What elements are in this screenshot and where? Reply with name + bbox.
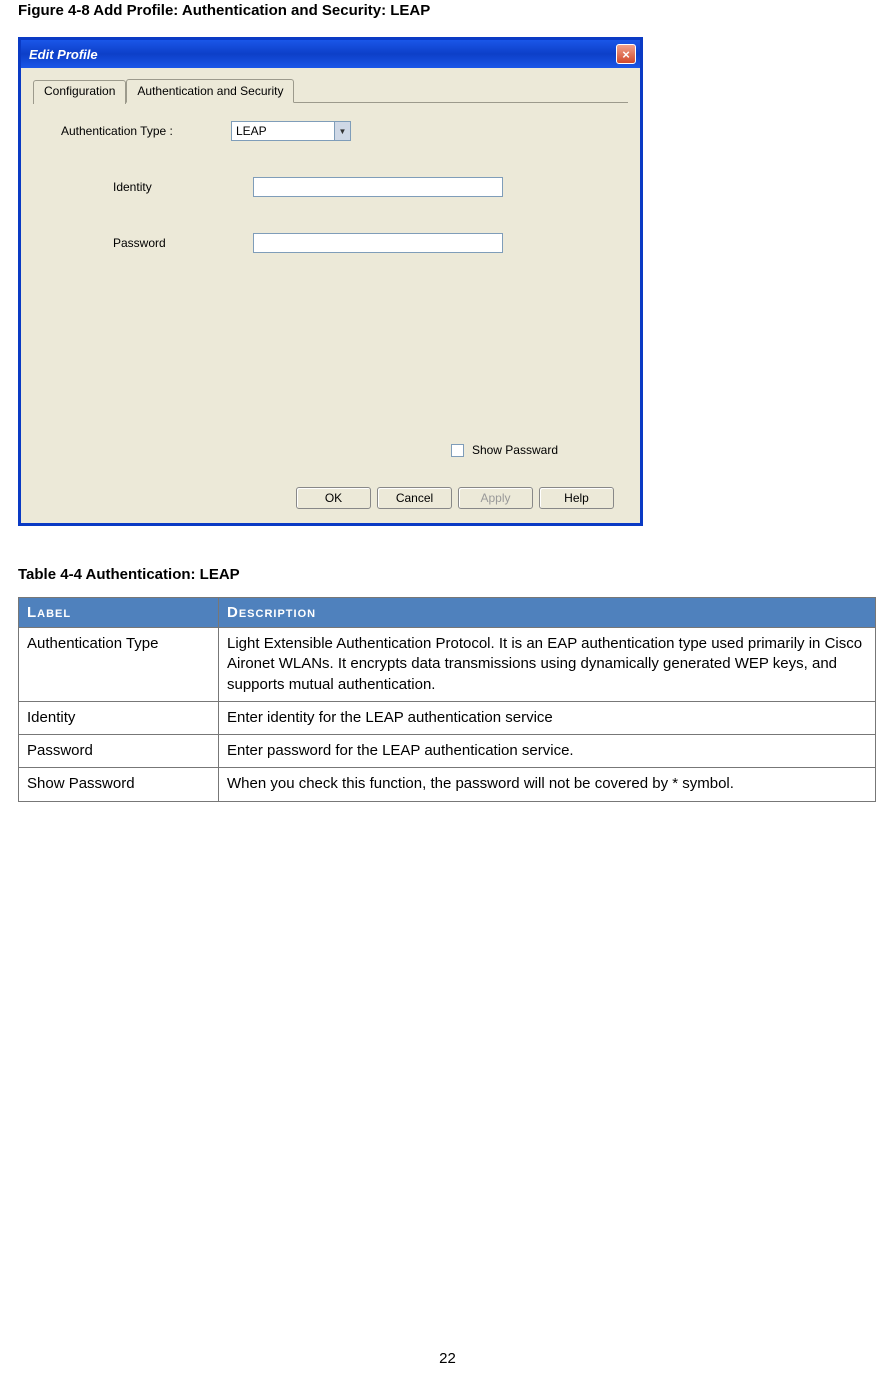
apply-button[interactable]: Apply bbox=[458, 487, 533, 509]
table-title: Table 4-4 Authentication: LEAP bbox=[18, 566, 877, 583]
dialog-titlebar: Edit Profile × bbox=[21, 40, 640, 68]
chevron-down-icon[interactable]: ▼ bbox=[334, 122, 350, 140]
table-cell-label: Show Password bbox=[19, 768, 219, 801]
table-header-label: Label bbox=[19, 598, 219, 628]
password-row: Password bbox=[33, 233, 628, 253]
help-button[interactable]: Help bbox=[539, 487, 614, 509]
auth-type-row: Authentication Type : LEAP ▼ bbox=[33, 115, 628, 141]
dialog-button-row: OK Cancel Apply Help bbox=[33, 487, 628, 509]
password-label: Password bbox=[113, 236, 253, 250]
tab-configuration[interactable]: Configuration bbox=[33, 80, 126, 104]
definition-table: Label Description Authentication Type Li… bbox=[18, 597, 876, 802]
identity-row: Identity bbox=[33, 177, 628, 197]
table-row: Show Password When you check this functi… bbox=[19, 768, 876, 801]
dialog-body: Configuration Authentication and Securit… bbox=[21, 68, 640, 523]
table-cell-desc: Enter identity for the LEAP authenticati… bbox=[219, 701, 876, 734]
table-cell-desc: Light Extensible Authentication Protocol… bbox=[219, 628, 876, 702]
table-row: Password Enter password for the LEAP aut… bbox=[19, 735, 876, 768]
table-row: Identity Enter identity for the LEAP aut… bbox=[19, 701, 876, 734]
cancel-button[interactable]: Cancel bbox=[377, 487, 452, 509]
auth-type-combo[interactable]: LEAP ▼ bbox=[231, 121, 351, 141]
edit-profile-dialog: Edit Profile × Configuration Authenticat… bbox=[18, 37, 643, 526]
dialog-title-text: Edit Profile bbox=[29, 47, 98, 62]
table-cell-label: Authentication Type bbox=[19, 628, 219, 702]
table-cell-label: Identity bbox=[19, 701, 219, 734]
table-cell-label: Password bbox=[19, 735, 219, 768]
show-password-row: Show Passward bbox=[33, 443, 628, 457]
show-password-label: Show Passward bbox=[472, 443, 558, 457]
table-header-description: Description bbox=[219, 598, 876, 628]
tabs-row: Configuration Authentication and Securit… bbox=[33, 78, 628, 103]
close-icon: × bbox=[622, 47, 630, 62]
ok-button[interactable]: OK bbox=[296, 487, 371, 509]
password-field[interactable] bbox=[253, 233, 503, 253]
tab-auth-security[interactable]: Authentication and Security bbox=[126, 79, 294, 103]
table-cell-desc: Enter password for the LEAP authenticati… bbox=[219, 735, 876, 768]
auth-type-value: LEAP bbox=[232, 124, 334, 138]
table-row: Authentication Type Light Extensible Aut… bbox=[19, 628, 876, 702]
page-number: 22 bbox=[0, 1350, 895, 1367]
identity-label: Identity bbox=[113, 180, 253, 194]
figure-title: Figure 4-8 Add Profile: Authentication a… bbox=[18, 0, 877, 37]
table-cell-desc: When you check this function, the passwo… bbox=[219, 768, 876, 801]
auth-type-label: Authentication Type : bbox=[61, 124, 231, 138]
identity-field[interactable] bbox=[253, 177, 503, 197]
show-password-checkbox[interactable] bbox=[451, 444, 464, 457]
close-button[interactable]: × bbox=[616, 44, 636, 64]
